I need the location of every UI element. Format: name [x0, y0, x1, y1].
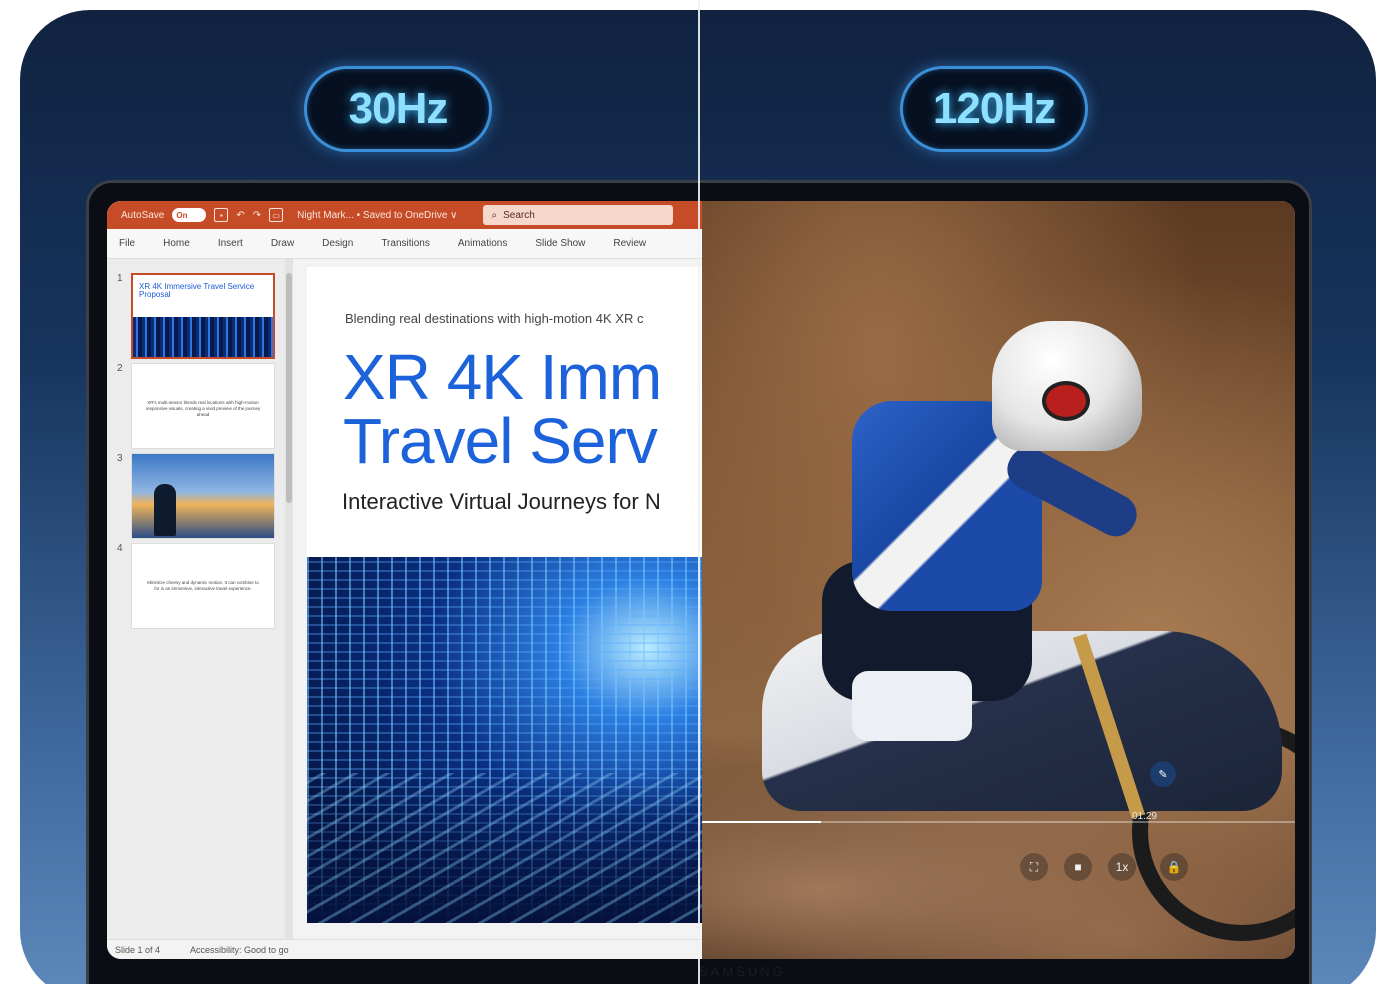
slide-thumbnail-2[interactable]: XR's multi-sensor blends real locations …: [131, 363, 275, 449]
present-icon[interactable]: ▭: [269, 208, 284, 222]
refresh-rate-120hz-badge: 120Hz: [900, 66, 1088, 152]
motocross-video[interactable]: ✎ 01:29 ⛶ ■ 1x 🔒: [702, 201, 1295, 959]
comparison-divider: [698, 0, 700, 984]
status-bar: Slide 1 of 4 Accessibility: Good to go: [107, 939, 702, 959]
tab-file[interactable]: File: [119, 238, 135, 249]
slide-title[interactable]: XR 4K Imm Travel Serv: [343, 341, 662, 477]
thumbnail-number: 3: [117, 453, 123, 464]
thumbnail-person-image: [154, 484, 176, 536]
tab-animations[interactable]: Animations: [458, 238, 507, 249]
search-placeholder: Search: [503, 209, 535, 221]
tab-insert[interactable]: Insert: [218, 238, 243, 249]
save-icon[interactable]: ▪: [214, 208, 229, 222]
slide-thumbnails-pane: 1 XR 4K Immersive Travel Service Proposa…: [107, 259, 293, 939]
playback-speed-button[interactable]: 1x: [1108, 853, 1136, 881]
workspace: 1 XR 4K Immersive Travel Service Proposa…: [107, 259, 707, 939]
accessibility-status[interactable]: Accessibility: Good to go: [190, 945, 289, 955]
tab-draw[interactable]: Draw: [271, 238, 294, 249]
slide-title-line-2: Travel Serv: [343, 405, 658, 477]
laptop-brand-logo: SAMSUNG: [699, 964, 786, 979]
redo-icon[interactable]: ↷: [253, 210, 261, 221]
thumbnail-text: Minimize cheesy and dynamic motion. It c…: [147, 580, 259, 591]
slide-thumbnail-1[interactable]: XR 4K Immersive Travel Service Proposal: [131, 273, 275, 359]
rider-boot: [852, 671, 972, 741]
search-icon: ⌕: [491, 209, 498, 221]
stop-icon[interactable]: ■: [1064, 853, 1092, 881]
document-title[interactable]: Night Mark... • Saved to OneDrive ∨: [297, 210, 457, 221]
autosave-label: AutoSave: [121, 209, 165, 221]
refresh-rate-30hz-badge: 30Hz: [304, 66, 492, 152]
thumbnail-text: XR's multi-sensor blends real locations …: [145, 400, 261, 417]
thumbnail-image: [133, 317, 273, 357]
thumbnail-number: 2: [117, 363, 123, 374]
laptop-screen: AutoSave On ▪ ↶ ↷ ▭ Night Mark... • Save…: [107, 201, 1295, 959]
thumbnail-number: 1: [117, 273, 123, 284]
tab-home[interactable]: Home: [163, 238, 190, 249]
autosave-toggle[interactable]: On: [172, 208, 207, 222]
scrollbar-thumb[interactable]: [286, 273, 292, 503]
slide-hero-image[interactable]: [307, 557, 707, 923]
tab-design[interactable]: Design: [322, 238, 353, 249]
progress-fill: [702, 821, 821, 823]
video-time: 01:29: [1131, 811, 1157, 822]
undo-icon[interactable]: ↶: [236, 210, 244, 221]
lock-icon[interactable]: 🔒: [1160, 853, 1188, 881]
s-pen-icon[interactable]: ✎: [1150, 761, 1176, 787]
thumbnail-scrollbar[interactable]: [285, 259, 293, 939]
tab-slide-show[interactable]: Slide Show: [535, 238, 585, 249]
slide-eyebrow-text[interactable]: Blending real destinations with high-mot…: [345, 311, 643, 326]
slide-canvas[interactable]: Blending real destinations with high-mot…: [307, 267, 707, 923]
thumbnail-title: XR 4K Immersive Travel Service Proposal: [139, 282, 255, 300]
slide-subtitle[interactable]: Interactive Virtual Journeys for N: [342, 489, 661, 515]
tab-review[interactable]: Review: [613, 238, 646, 249]
search-box[interactable]: ⌕ Search: [483, 205, 674, 225]
thumbnail-number: 4: [117, 543, 123, 554]
ribbon-tabs: File Home Insert Draw Design Transitions…: [107, 229, 702, 259]
fit-icon[interactable]: ⛶: [1020, 853, 1048, 881]
tab-transitions[interactable]: Transitions: [381, 238, 430, 249]
slide-title-line-1: XR 4K Imm: [343, 341, 662, 413]
powerpoint-window: AutoSave On ▪ ↶ ↷ ▭ Night Mark... • Save…: [107, 201, 707, 959]
slide-counter: Slide 1 of 4: [115, 944, 161, 955]
video-progress-bar[interactable]: [702, 821, 1295, 823]
title-bar: AutoSave On ▪ ↶ ↷ ▭ Night Mark... • Save…: [107, 201, 702, 229]
slide-thumbnail-3[interactable]: [131, 453, 275, 539]
rider-goggles: [1042, 381, 1090, 421]
slide-thumbnail-4[interactable]: Minimize cheesy and dynamic motion. It c…: [131, 543, 275, 629]
